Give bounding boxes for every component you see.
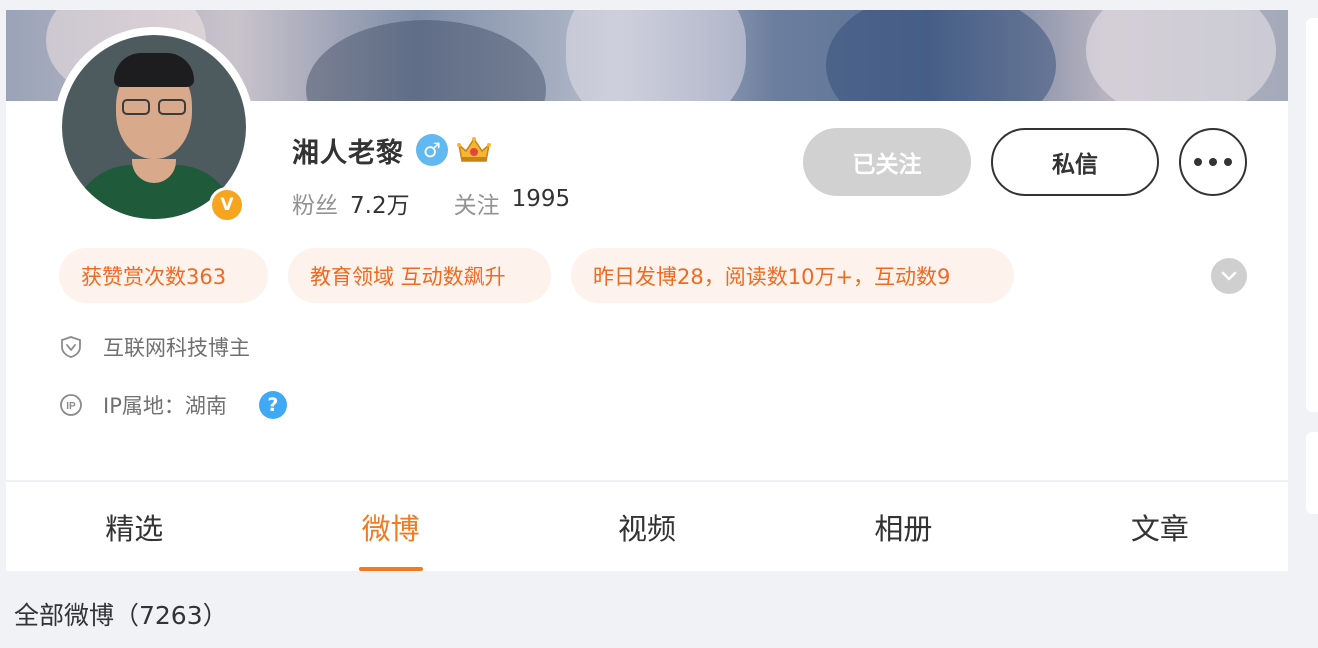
ip-icon: IP xyxy=(59,393,83,417)
fans-label[interactable]: 粉丝 xyxy=(292,186,338,220)
following-label[interactable]: 关注 xyxy=(454,186,500,220)
fans-count[interactable]: 7.2万 xyxy=(350,186,410,220)
following-count[interactable]: 1995 xyxy=(512,186,571,220)
followed-button[interactable]: 已关注 xyxy=(803,128,971,196)
more-options-button[interactable] xyxy=(1179,128,1247,196)
crown-icon[interactable] xyxy=(456,135,492,165)
ip-location-row: IP IP属地：湖南 ? xyxy=(59,390,287,420)
all-weibo-header: 全部微博（7263） xyxy=(14,601,228,630)
profile-tabs: 精选 微博 视频 相册 文章 xyxy=(6,481,1288,571)
right-sidebar-panel xyxy=(1306,432,1318,514)
male-gender-icon: ♂ xyxy=(416,134,448,166)
name-row: 湘人老黎 ♂ xyxy=(292,132,492,169)
svg-text:IP: IP xyxy=(66,401,76,412)
tab-featured[interactable]: 精选 xyxy=(6,482,262,571)
tag-education-trend[interactable]: 教育领域 互动数飙升 xyxy=(288,248,551,303)
right-sidebar-panel xyxy=(1306,18,1318,412)
more-dot-icon xyxy=(1224,158,1232,166)
tag-reward-count[interactable]: 获赞赏次数363 xyxy=(59,248,268,303)
verified-badge-icon: V xyxy=(209,187,245,223)
top-strip xyxy=(0,0,1318,10)
expand-tags-button[interactable] xyxy=(1211,258,1247,294)
more-dot-icon xyxy=(1194,158,1202,166)
help-icon[interactable]: ? xyxy=(258,391,287,419)
profile-page: V 湘人老黎 ♂ 粉丝 7.2万 关注 1995 已关注 私信 获赞赏次数363… xyxy=(0,0,1318,648)
stats-row: 粉丝 7.2万 关注 1995 xyxy=(292,186,570,220)
message-button[interactable]: 私信 xyxy=(991,128,1159,196)
category-text: 互联网科技博主 xyxy=(103,336,250,360)
tag-yesterday-stats[interactable]: 昨日发博28，阅读数10万+，互动数9 xyxy=(571,248,1014,303)
shield-icon xyxy=(59,335,83,359)
tab-videos[interactable]: 视频 xyxy=(519,482,775,571)
user-name: 湘人老黎 xyxy=(292,137,404,169)
tab-articles[interactable]: 文章 xyxy=(1032,482,1288,571)
avatar[interactable]: V xyxy=(54,27,254,227)
chevron-down-icon xyxy=(1221,271,1237,281)
tab-albums[interactable]: 相册 xyxy=(775,482,1031,571)
profile-card: V 湘人老黎 ♂ 粉丝 7.2万 关注 1995 已关注 私信 获赞赏次数363… xyxy=(6,10,1288,480)
tab-weibo[interactable]: 微博 xyxy=(262,482,518,571)
more-dot-icon xyxy=(1209,158,1217,166)
ip-location-text: IP属地：湖南 xyxy=(103,394,227,418)
category-row: 互联网科技博主 xyxy=(59,332,250,362)
